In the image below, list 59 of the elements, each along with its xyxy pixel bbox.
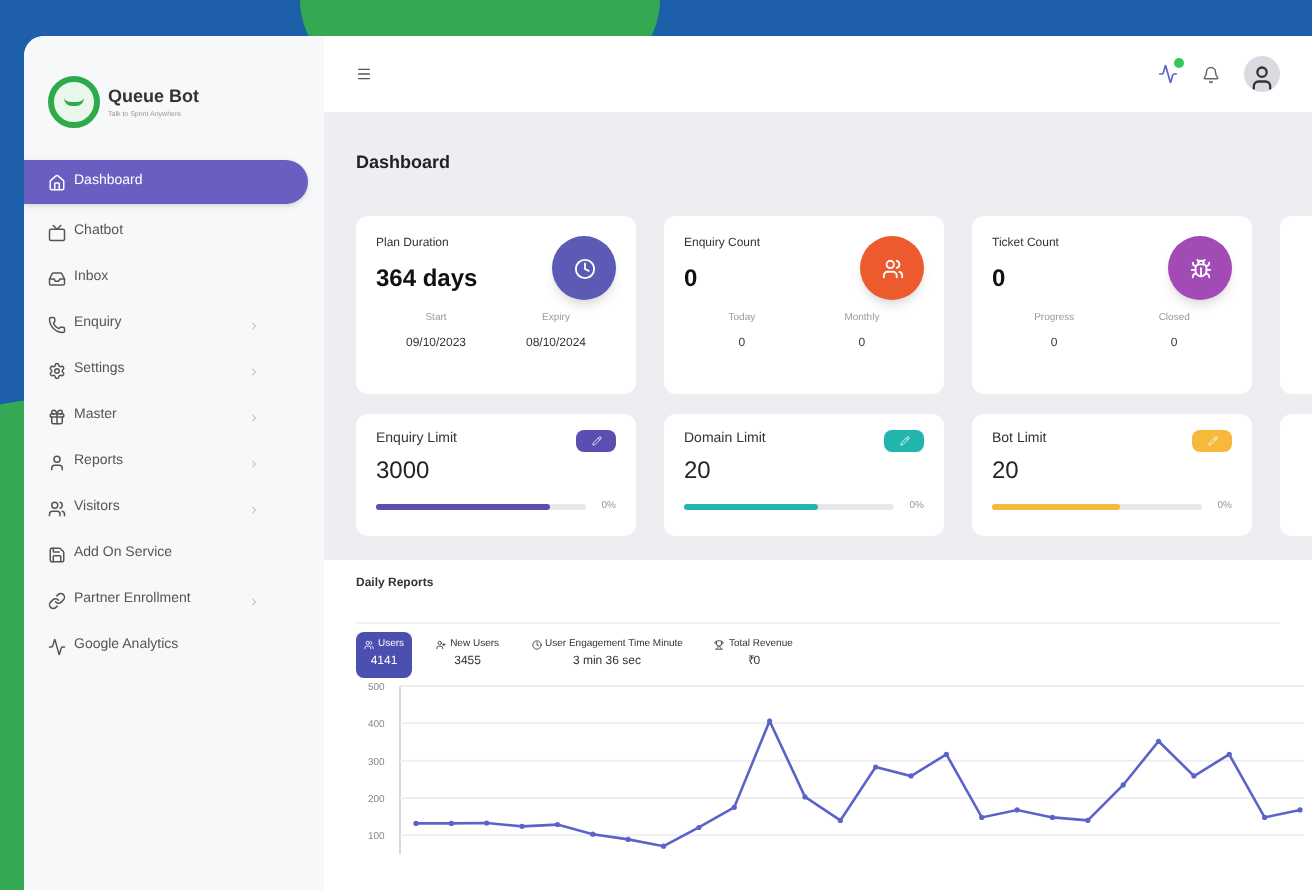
data-point bbox=[1049, 813, 1056, 819]
data-point bbox=[1085, 816, 1091, 822]
pulse-icon bbox=[48, 638, 66, 656]
data-point bbox=[484, 819, 490, 825]
tv-icon bbox=[48, 224, 66, 242]
pencil-icon bbox=[591, 436, 601, 446]
data-point bbox=[873, 763, 879, 769]
people-icon bbox=[881, 257, 903, 279]
pulse-icon[interactable] bbox=[1158, 64, 1178, 84]
card-value: 20 bbox=[684, 453, 713, 487]
gift-icon bbox=[48, 408, 66, 426]
data-point bbox=[979, 813, 985, 819]
avatar-silhouette[interactable] bbox=[1244, 56, 1280, 92]
data-point bbox=[696, 823, 702, 830]
data-point bbox=[413, 819, 419, 825]
data-point bbox=[908, 772, 914, 778]
bug-icon bbox=[1189, 257, 1211, 279]
data-point bbox=[802, 793, 808, 799]
data-point bbox=[1262, 813, 1268, 819]
data-point bbox=[590, 830, 596, 836]
data-point bbox=[448, 819, 454, 825]
data-point bbox=[943, 750, 949, 756]
card-value: 364 days bbox=[376, 262, 478, 296]
data-point bbox=[1155, 737, 1162, 743]
data-point bbox=[1226, 750, 1232, 756]
clock-icon bbox=[573, 257, 595, 279]
data-point bbox=[731, 803, 737, 809]
chat-bubble-logo-icon bbox=[48, 76, 100, 128]
data-point bbox=[1297, 806, 1303, 812]
people-icon bbox=[364, 640, 374, 651]
menu-icon[interactable] bbox=[356, 66, 372, 82]
data-point bbox=[554, 820, 561, 827]
person-icon bbox=[48, 454, 66, 472]
data-point bbox=[660, 842, 667, 848]
home-icon bbox=[48, 173, 66, 191]
inbox-icon bbox=[48, 270, 66, 288]
data-point bbox=[625, 835, 631, 842]
data-point bbox=[1014, 806, 1020, 812]
data-point bbox=[767, 717, 773, 723]
page-title: Dashboard bbox=[356, 150, 451, 177]
card-value: 0 bbox=[992, 262, 1008, 296]
brand-name: Queue Bot bbox=[108, 83, 200, 110]
data-point bbox=[519, 822, 525, 828]
card-value: 3000 bbox=[376, 453, 432, 487]
pencil-icon bbox=[899, 436, 909, 446]
data-point bbox=[837, 816, 843, 822]
settings-icon bbox=[48, 362, 66, 380]
pencil-icon bbox=[1207, 436, 1217, 446]
trophy-icon bbox=[714, 640, 725, 651]
card-value: 0 bbox=[684, 262, 700, 296]
data-point bbox=[1191, 772, 1197, 778]
data-point bbox=[1120, 781, 1126, 787]
person-plus-icon bbox=[436, 640, 447, 651]
bell-icon[interactable] bbox=[1202, 65, 1220, 83]
card-value: 20 bbox=[992, 453, 1021, 487]
link-icon bbox=[48, 592, 66, 610]
people-icon bbox=[48, 500, 66, 518]
phone-icon bbox=[48, 316, 66, 334]
clock-icon bbox=[531, 640, 542, 651]
